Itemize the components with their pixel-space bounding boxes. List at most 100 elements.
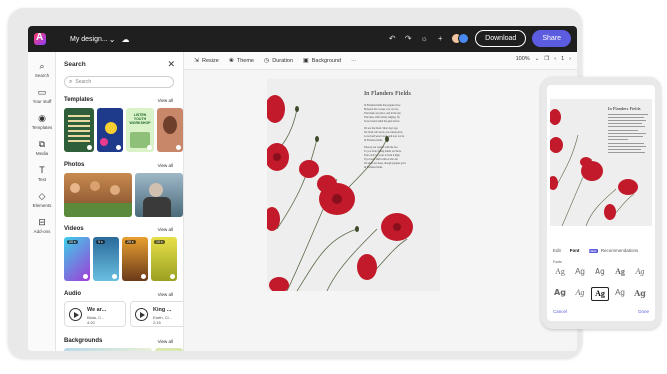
font-option[interactable]: Ag (551, 266, 569, 280)
theme-label: Theme (236, 57, 254, 64)
audio-card[interactable]: King ... Earth, Cl... 2:15 (130, 301, 183, 327)
tab-recommendations[interactable]: NEW Recommendations (588, 248, 638, 253)
rail-item-label: Templates (31, 125, 53, 130)
resize-icon: ⇲ (194, 58, 200, 64)
duration-button[interactable]: ◷ Duration (264, 57, 294, 65)
rail-item-your-stuff[interactable]: ▭ Your stuff (28, 87, 56, 104)
font-option[interactable]: Ag (591, 266, 609, 280)
add-collaborator-icon[interactable]: + (435, 34, 445, 43)
search-icon: ⌕ (69, 78, 73, 85)
theme-button[interactable]: ❀ Theme (229, 57, 254, 65)
duration-label: Duration (272, 57, 294, 64)
rail-item-elements[interactable]: ◇ Elements (28, 191, 56, 208)
rail-item-templates[interactable]: ◉ Templates (28, 113, 56, 130)
audio-duration: 2:15 (153, 320, 161, 325)
tab-edit[interactable]: Edit (553, 248, 561, 253)
resize-button[interactable]: ⇲ Resize (194, 57, 219, 65)
video-badge-icon (141, 274, 146, 279)
play-icon[interactable] (69, 308, 82, 321)
template-badge-icon (87, 145, 92, 150)
elements-icon: ◇ (38, 191, 46, 201)
share-button[interactable]: Share (532, 30, 571, 47)
stage: My design... ⌄ ☁ ↶ ↷ ☼ + Download Share (0, 0, 667, 374)
rail-item-media[interactable]: ⧉ Media (28, 139, 56, 156)
rail-item-label: Elements (32, 203, 52, 208)
font-option[interactable]: Ag (611, 266, 629, 280)
background-label: Background (311, 57, 342, 64)
audio-duration: 4:20 (87, 320, 95, 325)
rail-item-search[interactable]: ⌕ Search (28, 61, 56, 78)
backgrounds-view-all-link[interactable]: View all (158, 339, 173, 344)
video-thumbnail[interactable]: 25 s (122, 237, 148, 281)
audio-title: King ... (153, 307, 172, 313)
font-option-selected[interactable]: Ag (591, 287, 609, 301)
close-icon[interactable]: ✕ (167, 59, 175, 70)
template-thumbnail[interactable]: LISTEN YOUTH WORKSHOP (126, 108, 154, 152)
template-thumbnail[interactable] (97, 108, 123, 152)
pages-icon[interactable]: ❐ (544, 56, 549, 62)
phone-device-frame: In Flanders Fields Edit Font NEW Recomme… (541, 77, 661, 329)
video-thumbnail[interactable]: 10 s (151, 237, 177, 281)
next-page-icon[interactable]: › (569, 56, 571, 62)
left-rail: ⌕ Search ▭ Your stuff ◉ Templates ⧉ Medi… (28, 52, 56, 351)
phone-poem-title: In Flanders Fields (608, 106, 641, 111)
undo-icon[interactable]: ↶ (387, 34, 397, 43)
chevron-down-icon[interactable]: ⌄ (535, 56, 540, 62)
background-thumbnail[interactable] (64, 348, 152, 351)
addons-icon: ⊟ (38, 217, 46, 227)
redo-icon[interactable]: ↷ (403, 34, 413, 43)
poem-body[interactable]: In Flanders fields the poppies blow Betw… (364, 104, 436, 173)
adobe-express-logo-icon[interactable] (34, 32, 46, 45)
more-options-button[interactable]: ··· (351, 58, 357, 64)
collaborators-avatars[interactable] (451, 33, 470, 44)
document-title-label: My design... (70, 35, 108, 43)
avatar (458, 33, 470, 44)
done-button[interactable]: Done (638, 309, 649, 314)
video-badge-icon (83, 274, 88, 279)
poem-title[interactable]: In Flanders Fields (364, 90, 411, 97)
download-button[interactable]: Download (475, 30, 527, 47)
font-option[interactable]: Ag (631, 266, 649, 280)
cancel-button[interactable]: Cancel (553, 309, 567, 314)
zoom-level[interactable]: 100% (516, 56, 530, 62)
template-thumbnail[interactable] (157, 108, 183, 152)
fonts-heading: Fonts (553, 260, 562, 264)
rail-item-text[interactable]: T Text (28, 165, 56, 182)
font-option[interactable]: Ag (611, 287, 629, 301)
video-thumbnail[interactable]: 20 s (64, 237, 90, 281)
font-option[interactable]: Ag (631, 287, 649, 301)
tab-font[interactable]: Font (570, 248, 580, 253)
rail-item-label: Text (37, 177, 47, 182)
search-icon: ⌕ (39, 61, 45, 71)
phone-tabs: Edit Font NEW Recommendations (553, 248, 638, 253)
background-button[interactable]: ▣ Background (303, 57, 342, 65)
chevron-down-icon: ⌄ (108, 34, 116, 44)
search-input[interactable]: ⌕ Search (64, 76, 174, 88)
font-option[interactable]: Ag (551, 287, 569, 301)
lightbulb-icon[interactable]: ☼ (419, 34, 429, 43)
templates-section-title: Templates (64, 97, 94, 103)
videos-view-all-link[interactable]: View all (158, 227, 173, 232)
phone-artboard-preview[interactable]: In Flanders Fields (550, 99, 652, 226)
media-icon: ⧉ (38, 139, 46, 149)
photo-thumbnail[interactable] (135, 173, 183, 217)
template-thumbnail[interactable] (64, 108, 94, 152)
previous-page-icon[interactable]: ‹ (554, 56, 556, 62)
poem-stanza: We are the Dead. Short days ago We lived… (364, 127, 405, 142)
rail-item-add-ons[interactable]: ⊟ Add-ons (28, 217, 56, 234)
photos-view-all-link[interactable]: View all (158, 163, 173, 168)
artboard-poster[interactable]: In Flanders Fields In Flanders fields th… (267, 79, 440, 291)
play-icon[interactable] (135, 308, 148, 321)
photo-thumbnail[interactable] (64, 173, 132, 217)
phone-screen: In Flanders Fields Edit Font NEW Recomme… (547, 85, 655, 321)
background-thumbnail[interactable] (155, 348, 183, 351)
font-option[interactable]: Ag (571, 266, 589, 280)
templates-view-all-link[interactable]: View all (158, 98, 173, 103)
video-thumbnail[interactable]: 9 s (93, 237, 119, 281)
search-panel: Search ✕ ⌕ Search Templates View all LIS… (56, 52, 184, 351)
document-title[interactable]: My design... ⌄ ☁ (70, 35, 129, 44)
font-option[interactable]: Ag (571, 287, 589, 301)
rail-item-label: Your stuff (32, 99, 52, 104)
audio-view-all-link[interactable]: View all (158, 292, 173, 297)
audio-card[interactable]: We ar... Blaia, C... 4:20 (64, 301, 126, 327)
